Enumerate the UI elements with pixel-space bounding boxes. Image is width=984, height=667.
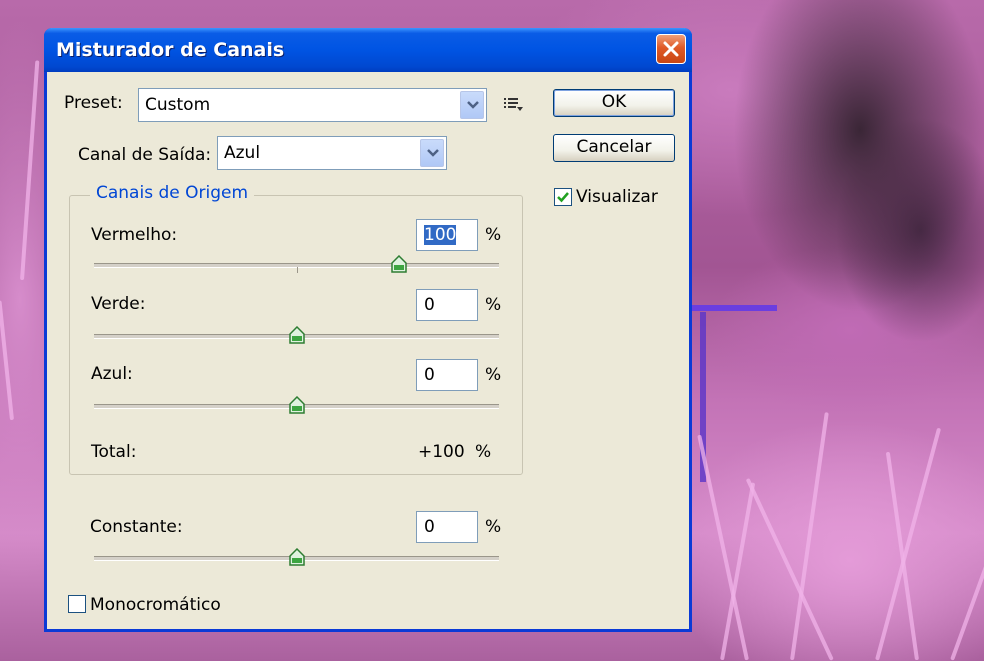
- close-icon: [663, 41, 679, 57]
- blue-slider-thumb[interactable]: [289, 396, 305, 414]
- output-channel-label: Canal de Saída:: [78, 145, 212, 165]
- constant-unit: %: [485, 517, 502, 537]
- dialog-title: Misturador de Canais: [56, 39, 285, 61]
- dropdown-arrow-icon: [467, 101, 479, 109]
- title-bar[interactable]: Misturador de Canais: [44, 28, 692, 72]
- preset-dropdown[interactable]: Custom: [138, 88, 487, 122]
- red-input[interactable]: 100: [416, 219, 478, 251]
- preset-label: Preset:: [64, 93, 123, 113]
- constant-value: 0: [424, 517, 435, 537]
- total-unit: %: [475, 442, 492, 462]
- blue-value: 0: [424, 365, 435, 385]
- monochrome-checkbox[interactable]: [68, 595, 86, 613]
- total-value: +100: [418, 442, 465, 462]
- preview-checkbox[interactable]: [554, 188, 572, 206]
- output-channel-dropdown-arrow[interactable]: [420, 139, 444, 167]
- output-channel-value: Azul: [224, 143, 261, 163]
- red-slider-center-tick: [297, 267, 298, 273]
- red-label: Vermelho:: [91, 225, 178, 245]
- green-unit: %: [485, 295, 502, 315]
- blue-unit: %: [485, 365, 502, 385]
- cancel-button[interactable]: Cancelar: [553, 134, 675, 162]
- green-label: Verde:: [91, 294, 146, 314]
- preset-dropdown-arrow[interactable]: [460, 91, 484, 119]
- constant-input[interactable]: 0: [416, 511, 478, 543]
- source-channels-group: Canais de Origem Vermelho: 100 % Verde: …: [69, 183, 523, 475]
- green-slider-thumb[interactable]: [289, 326, 305, 344]
- preset-value: Custom: [145, 95, 211, 115]
- green-input[interactable]: 0: [416, 289, 478, 321]
- monochrome-label: Monocromático: [90, 595, 221, 615]
- preset-options-icon[interactable]: [503, 96, 525, 114]
- group-title: Canais de Origem: [90, 183, 255, 203]
- red-slider-thumb[interactable]: [391, 255, 407, 273]
- ok-button[interactable]: OK: [553, 89, 675, 117]
- blue-label: Azul:: [91, 364, 133, 384]
- constant-slider-thumb[interactable]: [289, 548, 305, 566]
- blue-input[interactable]: 0: [416, 359, 478, 391]
- taskbar-edge: [0, 661, 984, 667]
- output-channel-dropdown[interactable]: Azul: [217, 136, 447, 170]
- close-button[interactable]: [656, 34, 686, 64]
- channel-mixer-dialog: Misturador de Canais Preset: Custom Cana…: [44, 28, 692, 632]
- constant-label: Constante:: [90, 517, 183, 537]
- red-value: 100: [424, 225, 457, 245]
- total-label: Total:: [91, 442, 137, 462]
- checkmark-icon: [557, 192, 569, 203]
- bridge-rail: [692, 305, 777, 311]
- dropdown-arrow-icon: [427, 149, 439, 157]
- preview-label: Visualizar: [576, 187, 658, 207]
- green-value: 0: [424, 295, 435, 315]
- red-unit: %: [485, 225, 502, 245]
